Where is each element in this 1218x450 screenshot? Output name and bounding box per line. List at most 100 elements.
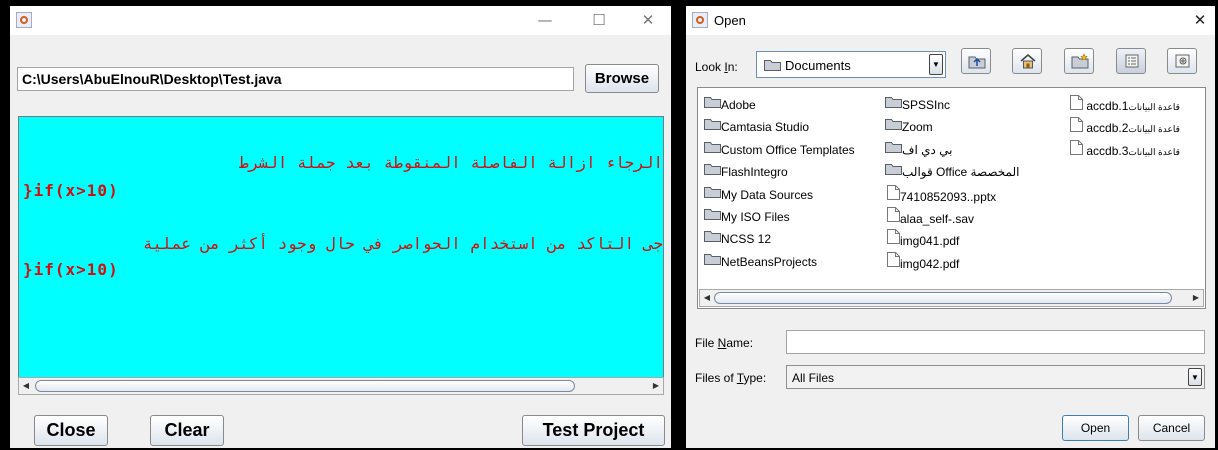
- scroll-right-icon[interactable]: ▶: [649, 378, 663, 394]
- item-label: alaa_self-.sav: [900, 211, 975, 226]
- folder-icon: [764, 60, 781, 71]
- file-item[interactable]: 7410852093..pptx: [887, 184, 997, 204]
- item-label: NetBeansProjects: [721, 254, 818, 269]
- test-project-button[interactable]: Test Project: [522, 415, 665, 446]
- code-line-1: }if(x>10): [23, 181, 119, 200]
- java-app-icon: [692, 12, 708, 28]
- chevron-down-icon[interactable]: ▼: [929, 54, 943, 75]
- item-label: Zoom: [902, 120, 933, 135]
- file-icon: [887, 184, 900, 200]
- folder-icon: [885, 164, 902, 176]
- dialog-title-bar: Open ✕: [686, 6, 1215, 35]
- files-of-type-value: All Files: [792, 371, 835, 385]
- file-icon: [887, 229, 900, 245]
- file-item[interactable]: accdb.1قاعدة البيانات: [1070, 95, 1180, 113]
- folder-item[interactable]: SPSSInc: [885, 95, 950, 113]
- scroll-left-icon[interactable]: ◀: [700, 290, 714, 306]
- item-label: بي دي اف: [902, 142, 953, 157]
- item-label: My ISO Files: [721, 209, 790, 224]
- up-folder-icon: [968, 56, 986, 69]
- file-item[interactable]: accdb.2قاعدة البيانات: [1070, 117, 1180, 135]
- item-label: NCSS 12: [721, 232, 772, 247]
- item-label: accdb.3قاعدة البيانات: [1086, 143, 1180, 158]
- file-item[interactable]: img041.pdf: [887, 229, 960, 249]
- folder-item[interactable]: NCSS 12: [704, 229, 771, 247]
- folder-icon: [704, 141, 721, 153]
- look-in-label: Look In:: [695, 60, 738, 74]
- file-list-scrollbar[interactable]: ◀ ▶: [699, 289, 1204, 307]
- file-item[interactable]: img042.pdf: [887, 251, 960, 271]
- folder-icon: [704, 164, 721, 176]
- file-item[interactable]: accdb.3قاعدة البيانات: [1070, 139, 1180, 158]
- message-line-1: الرجاء ازالة الفاصلة المنقوطة بعد جملة ا…: [239, 153, 663, 172]
- item-label: SPSSInc: [902, 97, 951, 112]
- list-view-icon: [1125, 54, 1139, 68]
- folder-icon: [885, 119, 902, 131]
- folder-item[interactable]: My ISO Files: [704, 207, 790, 225]
- up-folder-button[interactable]: [961, 48, 991, 74]
- file-name-input[interactable]: [786, 330, 1205, 354]
- maximize-button[interactable]: ☐: [576, 6, 622, 35]
- home-button[interactable]: [1012, 48, 1042, 74]
- folder-item[interactable]: Camtasia Studio: [704, 117, 809, 135]
- horizontal-scrollbar[interactable]: ◀ ▶: [18, 377, 664, 395]
- browse-button[interactable]: Browse: [585, 64, 659, 93]
- file-name-label: File Name:: [695, 336, 754, 350]
- folder-item[interactable]: NetBeansProjects: [704, 252, 817, 270]
- file-item[interactable]: alaa_self-.sav: [887, 207, 975, 226]
- open-button[interactable]: Open: [1062, 415, 1129, 441]
- list-view-button[interactable]: [1116, 48, 1146, 74]
- dialog-close-button[interactable]: ✕: [1177, 6, 1218, 35]
- clear-button[interactable]: Clear: [150, 415, 224, 446]
- file-list[interactable]: Adobe Camtasia Studio Custom Office Templa…: [697, 87, 1206, 309]
- item-label: Custom Office Templates: [721, 142, 855, 157]
- new-folder-icon: [1071, 53, 1089, 69]
- folder-item[interactable]: بي دي اف: [885, 140, 953, 158]
- file-icon: [1070, 95, 1083, 110]
- file-icon: [1070, 117, 1083, 133]
- details-view-button[interactable]: [1167, 48, 1197, 74]
- scroll-thumb[interactable]: [714, 292, 1172, 304]
- minimize-button[interactable]: —: [522, 6, 568, 35]
- result-text-area[interactable]: الرجاء ازالة الفاصلة المنقوطة بعد جملة ا…: [18, 116, 664, 378]
- folder-icon: [704, 231, 721, 243]
- folder-item[interactable]: FlashIntegro: [704, 162, 788, 180]
- file-icon: [887, 207, 900, 222]
- chevron-down-icon[interactable]: ▼: [1188, 368, 1202, 386]
- message-line-2: جى التاكد من استخدام الحواصر في حال وجود…: [142, 234, 663, 253]
- scroll-right-icon[interactable]: ▶: [1189, 290, 1203, 306]
- folder-icon: [704, 186, 721, 198]
- dialog-title: Open: [714, 13, 746, 28]
- folder-item[interactable]: Adobe: [704, 95, 756, 113]
- folder-item[interactable]: Custom Office Templates: [704, 140, 855, 158]
- test-project-window: — ☐ ✕ C:\Users\AbuElnouR\Desktop\Test.ja…: [10, 6, 671, 448]
- item-label: 7410852093..pptx: [900, 189, 997, 204]
- item-label: Adobe: [721, 97, 756, 112]
- folder-icon: [704, 119, 721, 131]
- item-label: img042.pdf: [900, 256, 960, 271]
- scroll-thumb[interactable]: [35, 380, 575, 392]
- scroll-left-icon[interactable]: ◀: [19, 378, 33, 394]
- folder-icon: [704, 253, 721, 265]
- folder-item[interactable]: قوالب Office المخصصة: [885, 162, 1019, 180]
- open-dialog: Open ✕ Look In: Documents ▼ Adobe Camtasi…: [686, 6, 1215, 448]
- folder-item[interactable]: Zoom: [885, 117, 933, 135]
- home-icon: [1020, 53, 1036, 69]
- close-window-button[interactable]: ✕: [625, 6, 671, 35]
- close-button[interactable]: Close: [34, 415, 108, 446]
- folder-item[interactable]: My Data Sources: [704, 185, 813, 203]
- item-label: img041.pdf: [900, 234, 960, 249]
- left-title-bar: — ☐ ✕: [10, 6, 671, 35]
- item-label: accdb.2قاعدة البيانات: [1086, 121, 1180, 136]
- cancel-button[interactable]: Cancel: [1138, 415, 1205, 441]
- folder-icon: [885, 141, 902, 153]
- new-folder-button[interactable]: [1064, 48, 1094, 74]
- file-path-field[interactable]: C:\Users\AbuElnouR\Desktop\Test.java: [17, 67, 574, 91]
- files-of-type-combo[interactable]: All Files ▼: [786, 365, 1205, 389]
- look-in-combo[interactable]: Documents ▼: [756, 51, 946, 78]
- file-icon: [1070, 139, 1083, 155]
- item-label: My Data Sources: [721, 187, 814, 202]
- item-label: Camtasia Studio: [721, 120, 810, 135]
- folder-icon: [704, 209, 721, 220]
- code-line-2: }if(x>10): [23, 260, 119, 279]
